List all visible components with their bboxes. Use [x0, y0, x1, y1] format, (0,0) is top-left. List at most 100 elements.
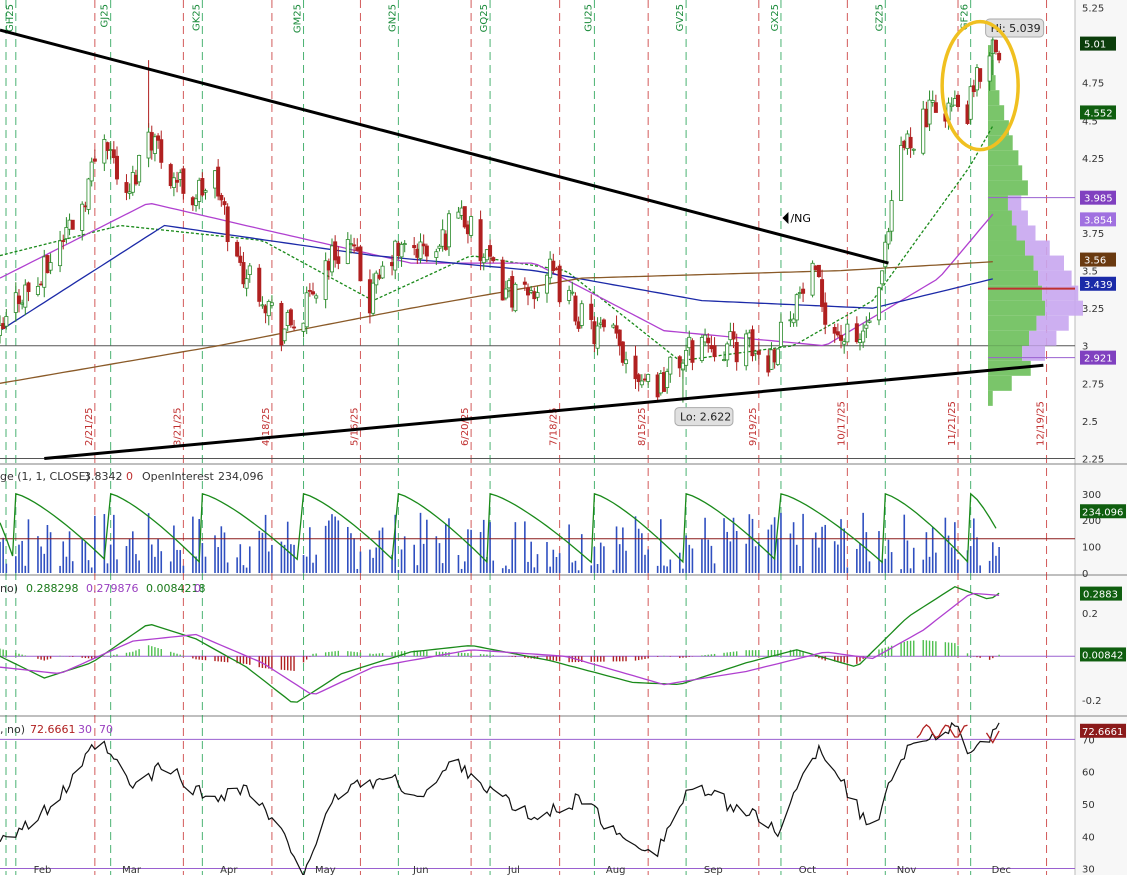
candle-body	[668, 356, 673, 375]
candle-body	[269, 302, 274, 306]
candle-body	[624, 359, 629, 365]
candle-body	[842, 341, 847, 345]
candle-body	[978, 68, 983, 82]
month-label: Aug	[606, 865, 626, 875]
expiry-label: 11/21/25	[947, 401, 958, 446]
candle-body	[23, 284, 28, 308]
macd-study-title: no)	[0, 582, 18, 595]
candle-body	[86, 178, 91, 210]
candle-body	[823, 302, 828, 325]
candle-body	[864, 324, 869, 329]
candle-body	[544, 274, 549, 294]
rsi-oversold-value: 30	[78, 723, 92, 736]
candle-body	[412, 245, 417, 249]
candle-body	[13, 292, 18, 313]
month-label: Nov	[897, 865, 917, 875]
candle-body	[16, 295, 21, 305]
candle-body	[481, 256, 486, 264]
macd-zero-value: 0	[194, 582, 201, 595]
profile-value-area-bar	[1036, 315, 1069, 331]
candle-body	[924, 108, 929, 128]
candle-body	[794, 294, 799, 321]
candle-body	[26, 282, 31, 292]
candle-body	[39, 283, 44, 286]
candle-body	[699, 337, 704, 361]
profile-bar	[988, 390, 993, 406]
candle-body	[225, 206, 230, 243]
macd-tick-label: -0.2	[1082, 696, 1102, 707]
candle-body	[124, 182, 129, 193]
candle-body	[810, 262, 815, 296]
candle-body	[861, 330, 866, 343]
expiry-label: 6/20/25	[460, 407, 471, 446]
candle-body	[858, 339, 863, 343]
candle-body	[639, 380, 644, 386]
month-label: May	[315, 865, 336, 875]
candle-body	[576, 321, 581, 329]
candle-body	[522, 281, 527, 285]
candle-body	[58, 240, 63, 267]
candle-body	[181, 168, 186, 194]
candle-body	[149, 132, 154, 151]
candle-body	[595, 325, 600, 349]
candle-body	[965, 104, 970, 124]
profile-bar	[988, 90, 1000, 106]
candle-body	[500, 259, 505, 301]
candle-body	[311, 291, 316, 295]
candle-body	[352, 244, 357, 247]
volume-study-value: 3.8342	[84, 470, 123, 483]
candle-body	[876, 287, 881, 321]
open-interest-value: 234,096	[218, 470, 264, 483]
candle-body	[348, 243, 353, 246]
price-tick-label: 4.75	[1082, 79, 1104, 90]
candle-body	[393, 240, 398, 271]
candle-body	[20, 302, 25, 305]
open-interest-label: OpenInterest	[142, 470, 214, 483]
candle-body	[244, 278, 249, 289]
contract-label: GQ25	[479, 4, 490, 32]
candle-body	[235, 241, 240, 257]
candle-body	[646, 374, 651, 382]
candle-body	[756, 350, 761, 355]
candle-body	[510, 276, 515, 308]
candle-body	[190, 197, 195, 206]
candle-body	[880, 270, 885, 285]
candle-body	[993, 39, 998, 53]
candle-body	[399, 244, 404, 258]
candle-body	[753, 350, 758, 354]
profile-value-area-bar	[1038, 270, 1072, 286]
candle-body	[703, 334, 708, 343]
price-label: 5.01	[1084, 40, 1106, 51]
candle-body	[820, 279, 825, 307]
macd-tick-label: 0.2	[1082, 609, 1098, 620]
candle-body	[212, 170, 217, 189]
candle-body	[371, 282, 376, 314]
price-tick-label: 2.5	[1082, 417, 1098, 428]
candle-body	[241, 262, 246, 285]
candle-body	[690, 340, 695, 363]
candle-body	[889, 200, 894, 232]
profile-value-area-bar	[1025, 240, 1050, 256]
candle-body	[415, 248, 420, 258]
candle-body	[839, 334, 844, 341]
profile-value-area-bar	[1022, 345, 1045, 361]
profile-value-area-bar	[1029, 330, 1057, 346]
candle-body	[48, 262, 53, 271]
candle-body	[178, 172, 183, 180]
candle-body	[974, 67, 979, 91]
candle-body	[358, 246, 363, 282]
contract-label: GN25	[387, 4, 398, 32]
contract-label: GK25	[191, 4, 202, 31]
candle-body	[216, 166, 221, 197]
candle-body	[105, 142, 110, 151]
candle-body	[971, 85, 976, 93]
candle-body	[367, 279, 372, 314]
candle-body	[529, 290, 534, 293]
rsi-overbought-value: 70	[99, 723, 113, 736]
candle-body	[102, 139, 107, 164]
candle-body	[491, 257, 496, 262]
month-label: Mar	[122, 865, 142, 875]
symbol-label: /NG	[790, 212, 810, 225]
multi-panel-chart[interactable]: GH25 GJ25 GK25 GM25 GN25 GQ25 GU25 GV25 GX25 GZ25…	[0, 0, 1127, 878]
candle-body	[775, 348, 780, 365]
